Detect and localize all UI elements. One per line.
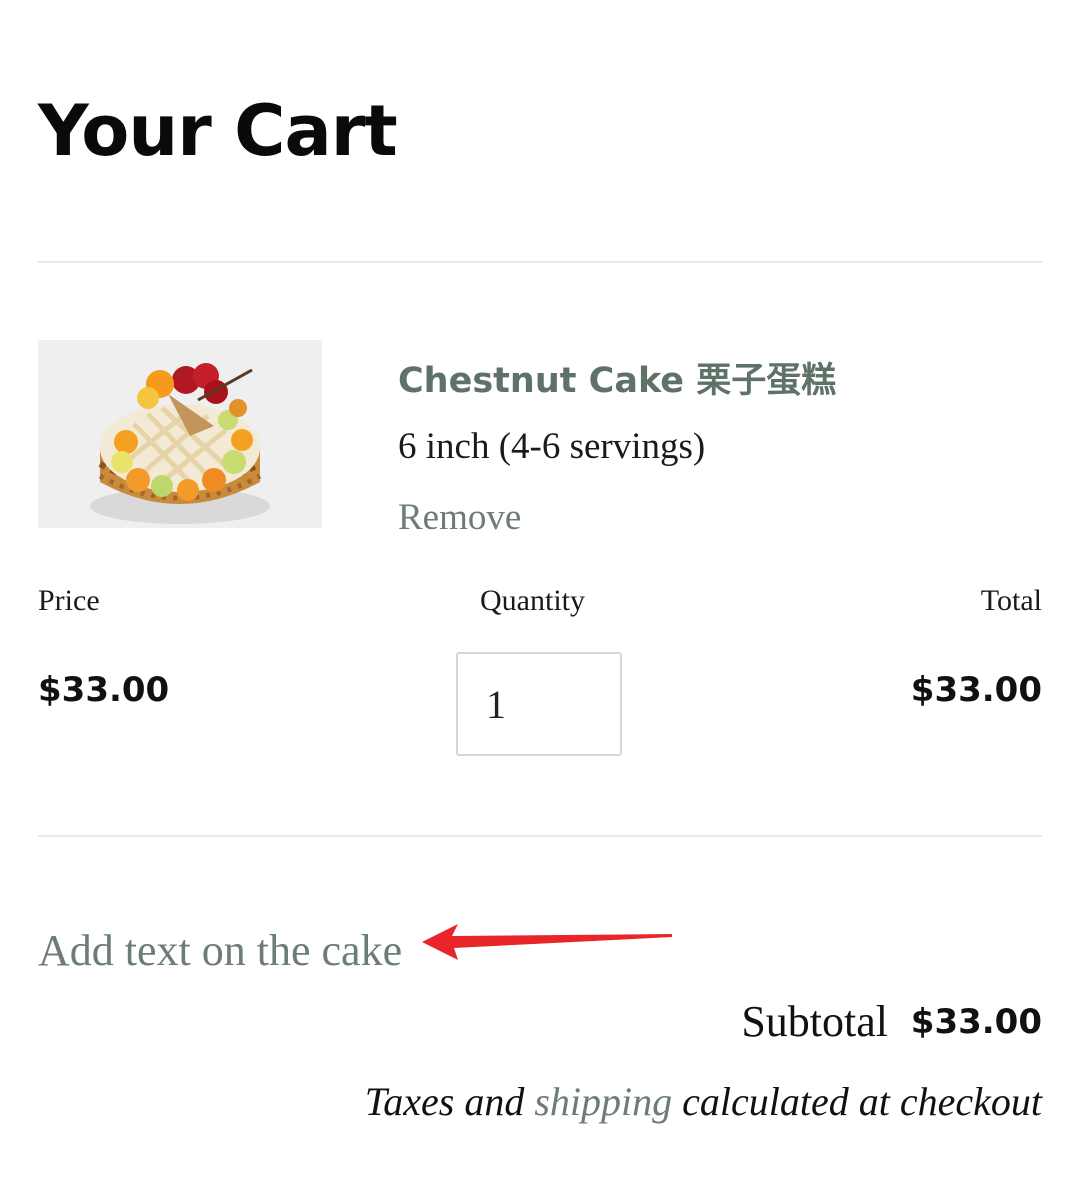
- tax-note-prefix: Taxes and: [364, 1079, 525, 1124]
- quantity-column-header: Quantity: [480, 584, 585, 617]
- tax-note-suffix: calculated at checkout: [682, 1079, 1042, 1124]
- subtotal-value: $33.00: [910, 1002, 1042, 1042]
- total-column-header: Total: [980, 584, 1042, 617]
- quantity-input[interactable]: [456, 652, 622, 756]
- shipping-link[interactable]: shipping: [534, 1079, 672, 1124]
- product-image[interactable]: [38, 340, 322, 528]
- price-column-header: Price: [38, 584, 100, 617]
- product-title-link[interactable]: Chestnut Cake 栗子蛋糕: [398, 352, 836, 403]
- red-arrow-icon: [422, 924, 672, 960]
- item-total: $33.00: [910, 670, 1042, 710]
- remove-button[interactable]: Remove: [398, 496, 521, 539]
- page-title: Your Cart: [38, 90, 398, 172]
- tax-note: Taxes and shipping calculated at checkou…: [365, 1078, 1042, 1125]
- subtotal-label: Subtotal: [741, 997, 888, 1046]
- variant-label: 6 inch (4-6 servings): [398, 426, 706, 467]
- divider-bottom: [38, 835, 1042, 837]
- cake-photo: [38, 340, 322, 528]
- divider-top: [38, 261, 1042, 263]
- add-cake-text-link[interactable]: Add text on the cake: [38, 925, 402, 976]
- item-price: $33.00: [38, 670, 170, 710]
